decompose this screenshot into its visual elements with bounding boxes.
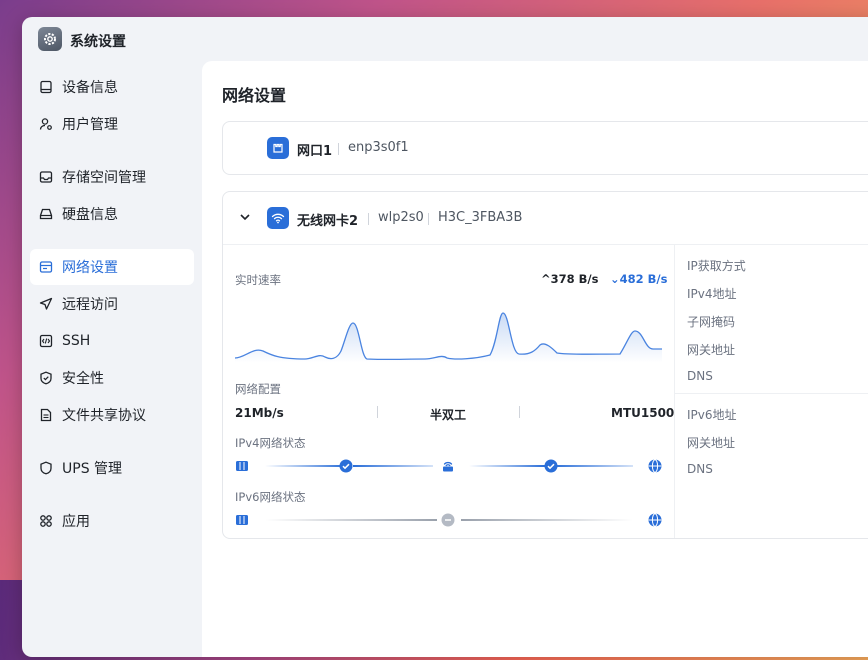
file-icon bbox=[39, 408, 53, 422]
upload-speed: ^378 B/s bbox=[541, 272, 599, 286]
sidebar-item-ssh[interactable]: SSH bbox=[30, 323, 194, 359]
page-title: 网络设置 bbox=[222, 86, 287, 105]
title-bar: 系统设置 bbox=[22, 17, 868, 61]
interface-card-wireless: 无线网卡2 wlp2s0 H3C_3FBA3B 实时速率 ^378 B/s ⌄4… bbox=[222, 191, 868, 539]
divider bbox=[675, 393, 868, 394]
gateway-label: 网关地址 bbox=[687, 343, 736, 357]
shield-check-icon bbox=[39, 371, 53, 385]
sidebar-item-label: 设备信息 bbox=[62, 80, 118, 96]
nas-device-icon bbox=[235, 513, 249, 527]
ipv6-dns-label: DNS bbox=[687, 462, 713, 476]
sidebar-item-ups[interactable]: UPS 管理 bbox=[30, 450, 194, 486]
status-pane: 实时速率 ^378 B/s ⌄482 B/s 网络配置 21Mb/s 半双工 M… bbox=[223, 245, 674, 538]
router-icon bbox=[441, 459, 455, 473]
interface-card-ethernet[interactable]: 网口1 enp3s0f1 bbox=[222, 121, 868, 175]
ipv6-status-path bbox=[235, 512, 662, 528]
duplex-mode: 半双工 bbox=[430, 408, 467, 422]
interface-name: 无线网卡2 bbox=[297, 214, 359, 229]
sidebar-item-label: UPS 管理 bbox=[62, 461, 123, 477]
link-segment bbox=[265, 519, 437, 521]
sidebar-item-label: SSH bbox=[62, 333, 91, 349]
sidebar-item-label: 存储空间管理 bbox=[62, 170, 146, 186]
settings-window: 系统设置 设备信息 用户管理 存储空间管理 硬盘信息 网络设置 远程访问 SSH… bbox=[22, 17, 868, 657]
user-gear-icon bbox=[39, 117, 53, 131]
mtu-value: MTU1500 bbox=[611, 406, 675, 420]
network-icon bbox=[39, 260, 53, 274]
sidebar-item-device-info[interactable]: 设备信息 bbox=[30, 69, 194, 105]
link-segment bbox=[461, 519, 633, 521]
sidebar: 设备信息 用户管理 存储空间管理 硬盘信息 网络设置 远程访问 SSH 安全性 bbox=[22, 61, 202, 657]
ipv4-status-path bbox=[235, 458, 662, 474]
globe-icon bbox=[648, 513, 662, 527]
ipv4-address-label: IPv4地址 bbox=[687, 287, 737, 301]
sidebar-item-label: 硬盘信息 bbox=[62, 207, 118, 223]
app-title: 系统设置 bbox=[70, 34, 126, 50]
sidebar-item-disk[interactable]: 硬盘信息 bbox=[30, 196, 194, 232]
realtime-label: 实时速率 bbox=[235, 273, 281, 287]
separator bbox=[338, 143, 339, 155]
device-icon bbox=[39, 80, 53, 94]
config-label: 网络配置 bbox=[235, 382, 281, 396]
sidebar-item-storage[interactable]: 存储空间管理 bbox=[30, 159, 194, 195]
interface-device: enp3s0f1 bbox=[348, 140, 409, 155]
sidebar-item-label: 远程访问 bbox=[62, 297, 118, 313]
sidebar-item-label: 用户管理 bbox=[62, 117, 118, 133]
interface-device: wlp2s0 bbox=[378, 210, 424, 225]
link-segment bbox=[353, 465, 433, 467]
traffic-sparkline bbox=[235, 312, 662, 363]
storage-icon bbox=[39, 170, 53, 184]
link-segment bbox=[469, 465, 545, 467]
shield-icon bbox=[39, 461, 53, 475]
chevron-down-icon: ⌄ bbox=[610, 272, 620, 286]
arrow-up-icon: ^ bbox=[541, 272, 551, 286]
separator bbox=[519, 406, 520, 418]
disk-icon bbox=[39, 207, 53, 221]
main-content: 网络设置 网口1 enp3s0f1 无线网卡2 wlp2s0 H3C_3FBA3… bbox=[202, 61, 868, 657]
address-details-pane: IP获取方式 IPv4地址 子网掩码 网关地址 DNS IPv6地址 网关地址 … bbox=[674, 245, 868, 538]
apps-icon bbox=[39, 514, 53, 528]
nas-device-icon bbox=[235, 459, 249, 473]
check-circle-icon bbox=[339, 459, 353, 473]
check-circle-icon bbox=[544, 459, 558, 473]
link-segment bbox=[553, 465, 633, 467]
ipv6-gateway-label: 网关地址 bbox=[687, 436, 736, 450]
ipv4-status-label: IPv4网络状态 bbox=[235, 436, 306, 450]
separator bbox=[428, 213, 429, 225]
ipv6-status-label: IPv6网络状态 bbox=[235, 490, 306, 504]
disconnected-icon bbox=[441, 513, 455, 527]
sidebar-item-network[interactable]: 网络设置 bbox=[30, 249, 194, 285]
download-speed: ⌄482 B/s bbox=[610, 272, 668, 286]
separator bbox=[377, 406, 378, 418]
sidebar-item-label: 应用 bbox=[62, 514, 90, 530]
chevron-down-icon[interactable] bbox=[239, 211, 251, 223]
sidebar-item-users[interactable]: 用户管理 bbox=[30, 106, 194, 142]
code-icon bbox=[39, 334, 53, 348]
dns-label: DNS bbox=[687, 369, 713, 383]
ipv6-address-label: IPv6地址 bbox=[687, 408, 737, 422]
sidebar-item-label: 网络设置 bbox=[62, 260, 118, 276]
globe-icon bbox=[648, 459, 662, 473]
wifi-ssid: H3C_3FBA3B bbox=[438, 210, 523, 225]
gear-icon bbox=[38, 27, 62, 51]
ethernet-port-icon bbox=[267, 137, 289, 159]
interface-details: 实时速率 ^378 B/s ⌄482 B/s 网络配置 21Mb/s 半双工 M… bbox=[223, 244, 868, 538]
separator bbox=[368, 213, 369, 225]
sidebar-item-remote[interactable]: 远程访问 bbox=[30, 286, 194, 322]
sidebar-item-label: 安全性 bbox=[62, 371, 104, 387]
sidebar-item-file-sharing[interactable]: 文件共享协议 bbox=[30, 397, 194, 433]
send-icon bbox=[39, 297, 53, 311]
subnet-mask-label: 子网掩码 bbox=[687, 315, 736, 329]
sidebar-item-security[interactable]: 安全性 bbox=[30, 360, 194, 396]
wifi-icon bbox=[267, 207, 289, 229]
sidebar-item-apps[interactable]: 应用 bbox=[30, 503, 194, 539]
ip-method-label: IP获取方式 bbox=[687, 259, 746, 273]
link-segment bbox=[265, 465, 345, 467]
sidebar-item-label: 文件共享协议 bbox=[62, 408, 146, 424]
interface-name: 网口1 bbox=[297, 144, 333, 159]
link-speed: 21Mb/s bbox=[235, 406, 284, 420]
